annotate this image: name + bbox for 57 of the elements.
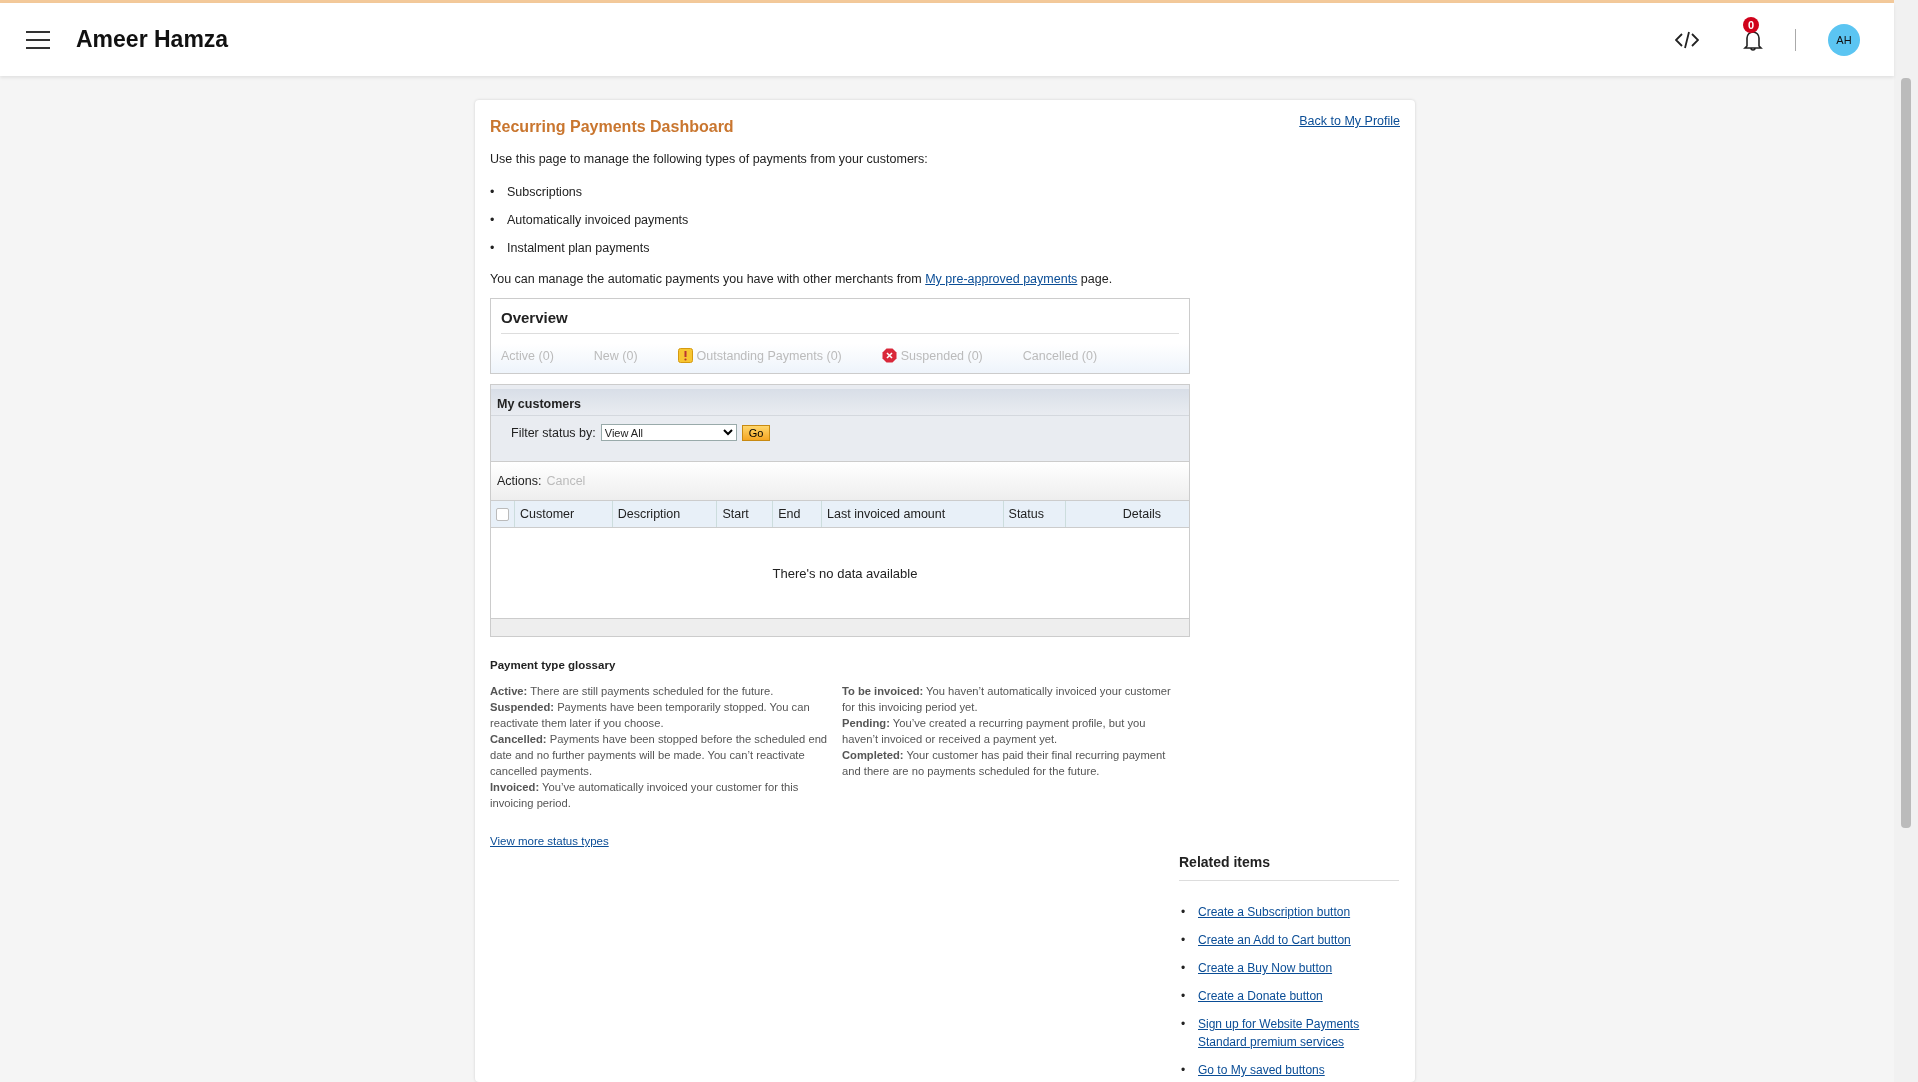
related-title: Related items bbox=[1179, 854, 1399, 881]
select-all-checkbox[interactable] bbox=[496, 507, 509, 521]
bullet: • bbox=[1181, 960, 1187, 977]
glossary-entry: Completed: Your customer has paid their final recurring payment and there are no payments scheduled for the future. bbox=[842, 748, 1167, 779]
scrollbar[interactable] bbox=[1894, 0, 1918, 1082]
bullet: • bbox=[1181, 904, 1187, 921]
glossary-entry: Suspended: Payments have been temporarily stopped. You can reactivate them later if you choose. bbox=[490, 700, 811, 731]
filter-label: Filter status by: bbox=[511, 425, 596, 440]
manage-text: You can manage the automatic payments you have with other merchants from My pre-approved payments page. bbox=[490, 272, 1114, 286]
payment-type-item: Automatically invoiced payments bbox=[507, 212, 689, 228]
column-header: Description bbox=[617, 507, 681, 521]
column-header: Last invoiced amount bbox=[827, 507, 946, 521]
code-icon[interactable] bbox=[1675, 30, 1699, 49]
glossary-entry: Cancelled: Payments have been stopped before the scheduled end date and no further payments will be made. You can’t reactivate cancelled payments. bbox=[490, 732, 829, 779]
related-link[interactable]: Create an Add to Cart button bbox=[1198, 931, 1351, 949]
menu-icon[interactable] bbox=[26, 30, 50, 49]
more-status-link[interactable]: View more status types bbox=[490, 835, 609, 847]
related-link[interactable]: Create a Donate button bbox=[1198, 987, 1323, 1005]
bullet: • bbox=[490, 184, 496, 200]
actions-label: Actions: bbox=[497, 474, 542, 488]
column-header: Details bbox=[1122, 507, 1161, 521]
warning-icon bbox=[677, 348, 693, 363]
bullet: • bbox=[490, 240, 496, 256]
bullet: • bbox=[1181, 988, 1187, 1005]
intro-text: Use this page to manage the following types of payments from your customers: bbox=[490, 152, 929, 166]
user-name: Ameer Hamza bbox=[76, 26, 229, 53]
customers-title: My customers bbox=[491, 389, 1189, 416]
column-header: Customer bbox=[520, 507, 575, 521]
column-header: Start bbox=[722, 507, 749, 521]
column-header: End bbox=[778, 507, 801, 521]
glossary-entry: Active: There are still payments scheduled for the future. bbox=[490, 684, 775, 699]
glossary-entry: Invoiced: You’ve automatically invoiced your customer for this invoicing period. bbox=[490, 780, 800, 811]
payment-type-item: Instalment plan payments bbox=[507, 240, 650, 256]
related-link[interactable]: Sign up for Website Payments Standard premium services bbox=[1198, 1015, 1399, 1051]
payment-type-item: Subscriptions bbox=[507, 184, 583, 200]
empty-message: There's no data available bbox=[772, 565, 918, 581]
related-link[interactable]: Create a Subscription button bbox=[1198, 903, 1351, 921]
column-header: Status bbox=[1008, 507, 1044, 521]
related-link[interactable]: Go to My saved buttons bbox=[1198, 1061, 1325, 1079]
back-link[interactable]: Back to My Profile bbox=[1299, 114, 1400, 128]
caret-icon bbox=[722, 429, 733, 436]
notification-badge: 0 bbox=[1743, 16, 1759, 33]
related-link[interactable]: Create a Buy Now button bbox=[1198, 959, 1333, 977]
user-avatar[interactable]: AH bbox=[1828, 23, 1860, 56]
glossary-entry: Pending: You’ve created a recurring payment profile, but you haven’t invoiced or received a payment yet. bbox=[842, 716, 1147, 747]
glossary-title: Payment type glossary bbox=[490, 659, 617, 671]
bullet: • bbox=[1181, 1016, 1187, 1033]
overview-title: Overview bbox=[501, 309, 1179, 334]
page-title: Recurring Payments Dashboard bbox=[490, 118, 734, 136]
status-filter-dropdown[interactable]: View All bbox=[600, 424, 737, 441]
bullet: • bbox=[490, 212, 496, 228]
go-button[interactable]: Go bbox=[741, 424, 771, 441]
bullet: • bbox=[1181, 1062, 1187, 1079]
error-icon bbox=[881, 348, 897, 363]
glossary-entry: To be invoiced: You haven’t automatically invoiced your customer for this invoicing period yet. bbox=[842, 684, 1172, 715]
bullet: • bbox=[1181, 932, 1187, 949]
pre-approved-link[interactable]: My pre-approved payments bbox=[925, 272, 1078, 286]
